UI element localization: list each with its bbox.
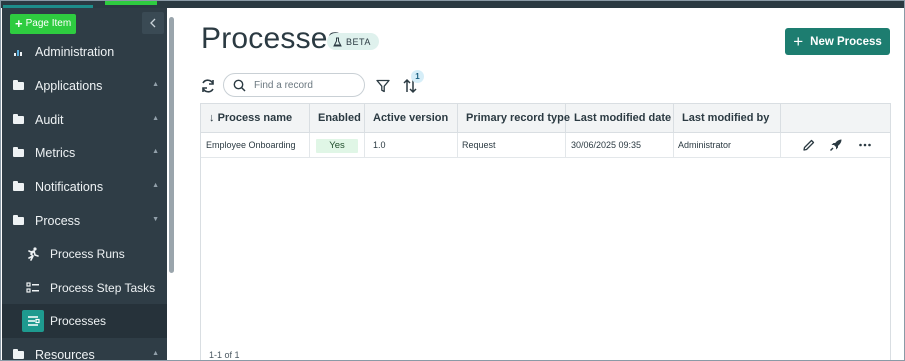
sidebar-item-resources[interactable]: Resources ▲ xyxy=(2,338,167,361)
sidebar-item-label: Resources xyxy=(35,348,95,361)
flask-icon xyxy=(333,37,342,46)
plus-icon: + xyxy=(793,32,804,51)
bar-chart-icon xyxy=(12,46,24,58)
filter-icon[interactable] xyxy=(376,79,390,93)
cell-actions xyxy=(781,133,890,157)
cell-last-modified-by: Administrator xyxy=(674,133,781,157)
more-options-icon[interactable] xyxy=(858,138,872,152)
search-icon xyxy=(233,79,246,92)
sidebar-scrollbar[interactable] xyxy=(169,17,174,273)
cell-active-version: 1.0 xyxy=(365,133,458,157)
main-content: Processes BETA + New Process 1 ↓ P xyxy=(177,8,904,360)
column-header-label: Last modified date xyxy=(574,112,672,124)
chevron-up-icon: ▲ xyxy=(152,350,159,357)
processes-icon xyxy=(22,310,44,332)
sidebar-item-label: Applications xyxy=(35,79,103,93)
column-header-process-name[interactable]: ↓ Process name xyxy=(201,104,310,133)
sidebar-item-label: Metrics xyxy=(35,146,76,160)
sort-count-badge: 1 xyxy=(411,70,424,83)
sidebar-item-notifications[interactable]: Notifications ▲ xyxy=(2,170,167,204)
page-item-label: Page Item xyxy=(25,18,72,29)
column-header-enabled[interactable]: Enabled xyxy=(310,104,365,133)
processes-table: ↓ Process name Enabled Active version Pr… xyxy=(200,103,891,360)
rocket-icon[interactable] xyxy=(829,138,843,152)
chevron-up-icon: ▲ xyxy=(152,182,159,189)
chevron-up-icon: ▲ xyxy=(152,115,159,122)
sidebar-item-label: Process Runs xyxy=(50,247,125,261)
plus-icon: + xyxy=(15,16,23,31)
cell-enabled: Yes xyxy=(310,133,365,157)
sidebar-item-administration[interactable]: Administration xyxy=(2,35,167,69)
chevron-down-icon: ▼ xyxy=(152,216,159,223)
sidebar-item-audit[interactable]: Audit ▲ xyxy=(2,103,167,137)
page-title: Processes xyxy=(201,22,343,55)
folder-icon xyxy=(12,147,24,159)
pagination-info: 1-1 of 1 xyxy=(209,350,240,360)
folder-icon xyxy=(12,215,24,227)
chevron-up-icon: ▲ xyxy=(152,148,159,155)
cell-primary-record-type: Request xyxy=(458,133,566,157)
column-header-last-modified-date[interactable]: Last modified date xyxy=(566,104,674,133)
sidebar-item-label: Audit xyxy=(35,113,64,127)
add-page-item-button[interactable]: + Page Item xyxy=(10,14,77,34)
cell-last-modified-date: 30/06/2025 09:35 xyxy=(566,133,674,157)
new-process-label: New Process xyxy=(810,35,882,48)
table-row[interactable]: Employee Onboarding Yes 1.0 Request 30/0… xyxy=(201,133,890,158)
sidebar-item-metrics[interactable]: Metrics ▲ xyxy=(2,136,167,170)
sidebar-item-process-step-tasks[interactable]: Process Step Tasks xyxy=(2,271,167,305)
column-header-label: Primary record type xyxy=(466,112,570,124)
sidebar-item-process-runs[interactable]: Process Runs xyxy=(2,237,167,271)
column-header-last-modified-by[interactable]: Last modified by xyxy=(674,104,781,133)
sidebar-item-processes[interactable]: Processes xyxy=(2,304,167,338)
folder-icon xyxy=(12,80,24,92)
collapse-sidebar-button[interactable] xyxy=(142,12,164,34)
column-header-active-version[interactable]: Active version xyxy=(365,104,458,133)
top-strip xyxy=(1,1,904,8)
table-header: ↓ Process name Enabled Active version Pr… xyxy=(201,104,890,133)
app-window: + Page Item Administration Applications … xyxy=(0,0,905,361)
enabled-badge: Yes xyxy=(316,139,358,153)
search-input[interactable] xyxy=(254,77,359,93)
folder-icon xyxy=(12,349,24,360)
column-header-actions xyxy=(781,104,890,133)
sidebar-item-label: Administration xyxy=(35,45,115,59)
sidebar-item-applications[interactable]: Applications ▲ xyxy=(2,69,167,103)
sidebar-item-label: Processes xyxy=(50,314,107,328)
running-person-icon xyxy=(26,247,40,261)
sidebar-item-process[interactable]: Process ▼ xyxy=(2,204,167,238)
task-list-icon xyxy=(26,281,40,295)
cell-process-name[interactable]: Employee Onboarding xyxy=(201,133,310,157)
sidebar-item-label: Notifications xyxy=(35,180,104,194)
refresh-icon[interactable] xyxy=(200,78,216,94)
chevron-up-icon: ▲ xyxy=(152,81,159,88)
chevron-left-icon xyxy=(150,18,156,28)
beta-badge: BETA xyxy=(327,33,379,50)
column-header-label: Process name xyxy=(217,112,293,124)
active-tab-indicator xyxy=(105,1,157,5)
folder-icon xyxy=(12,181,24,193)
folder-icon xyxy=(12,114,24,126)
sidebar-item-label: Process xyxy=(35,214,81,228)
beta-label: BETA xyxy=(346,36,371,47)
column-header-label: Enabled xyxy=(318,112,361,124)
column-header-label: Active version xyxy=(373,112,449,124)
sidebar-item-label: Process Step Tasks xyxy=(50,281,156,295)
sort-descending-icon: ↓ xyxy=(209,112,215,124)
column-header-primary-record-type[interactable]: Primary record type xyxy=(458,104,570,133)
edit-pencil-icon[interactable] xyxy=(802,138,816,152)
sidebar: + Page Item Administration Applications … xyxy=(2,8,167,361)
search-box[interactable] xyxy=(223,73,365,97)
new-process-button[interactable]: + New Process xyxy=(785,28,890,55)
column-header-label: Last modified by xyxy=(682,112,770,124)
